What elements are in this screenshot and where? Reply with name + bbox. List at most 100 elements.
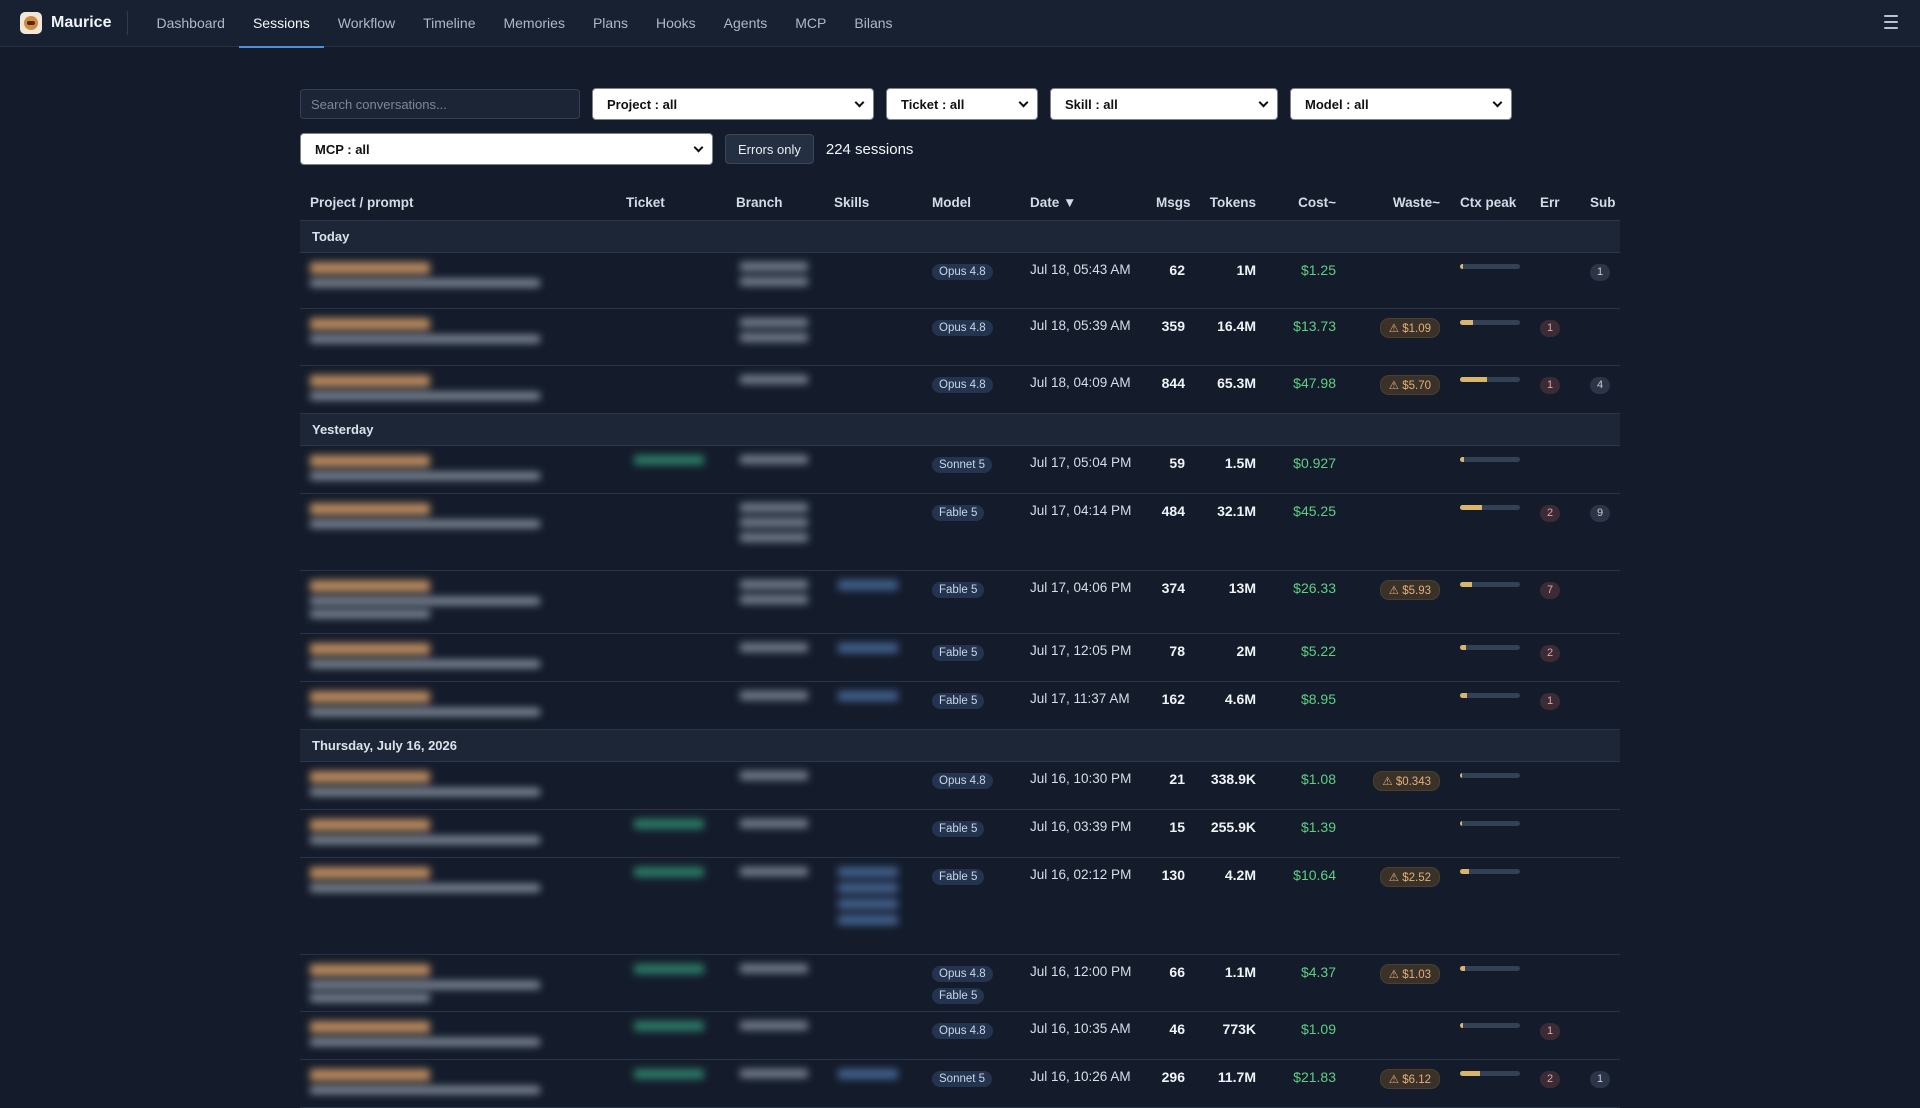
redacted-text — [310, 835, 540, 844]
mcp-filter-select[interactable]: MCP : all — [300, 133, 713, 165]
column-header[interactable]: Branch — [726, 186, 824, 220]
skill-filter-select[interactable]: Skill : all — [1050, 88, 1278, 120]
column-header[interactable]: Ticket — [616, 186, 726, 220]
nav-hooks[interactable]: Hooks — [642, 0, 710, 47]
table-row[interactable]: Fable 5 Jul 17, 04:14 PM 484 32.1M $45.25 2 9 — [300, 493, 1620, 571]
errors-only-button[interactable]: Errors only — [725, 134, 814, 164]
branch-cell — [726, 1011, 824, 1060]
ticket-cell[interactable] — [616, 570, 726, 634]
nav-plans[interactable]: Plans — [579, 0, 642, 47]
brand[interactable]: Maurice — [20, 11, 129, 35]
prompt-cell[interactable] — [300, 252, 616, 309]
project-filter-value: Project : all — [607, 96, 678, 112]
ticket-cell[interactable] — [616, 1011, 726, 1060]
ctx-peak-bar — [1460, 456, 1520, 462]
redacted-title — [310, 1068, 430, 1081]
column-header[interactable]: Ctx peak — [1450, 186, 1530, 220]
nav-memories[interactable]: Memories — [489, 0, 578, 47]
prompt-cell[interactable] — [300, 761, 616, 810]
ticket-cell[interactable] — [616, 365, 726, 414]
table-row[interactable]: Fable 5 Jul 17, 11:37 AM 162 4.6M $8.95 1 — [300, 681, 1620, 730]
table-row[interactable]: Opus 4.8 Jul 16, 10:30 PM 21 338.9K $1.08 ⚠ $… — [300, 761, 1620, 810]
nav-agents[interactable]: Agents — [710, 0, 782, 47]
table-row[interactable]: Opus 4.8 Jul 18, 05:43 AM 62 1M $1.25 1 — [300, 252, 1620, 309]
skills-cell — [824, 493, 922, 571]
table-row[interactable]: Fable 5 Jul 17, 04:06 PM 374 13M $26.33 ⚠ $5.… — [300, 570, 1620, 634]
ctx-peak-bar — [1460, 376, 1520, 382]
model-filter-select[interactable]: Model : all — [1290, 88, 1512, 120]
mcp-filter-value: MCP : all — [315, 141, 370, 157]
ticket-cell[interactable] — [616, 308, 726, 366]
ticket-cell[interactable] — [616, 809, 726, 858]
table-row[interactable]: Sonnet 5 Jul 17, 05:04 PM 59 1.5M $0.927 — [300, 445, 1620, 494]
ticket-cell[interactable] — [616, 954, 726, 1012]
search-input[interactable] — [300, 89, 580, 119]
ticket-cell[interactable] — [616, 857, 726, 955]
settings-sliders-icon[interactable] — [1884, 15, 1898, 29]
redacted-title — [310, 454, 430, 467]
branch-cell — [726, 681, 824, 730]
ticket-filter-select[interactable]: Ticket : all — [886, 88, 1038, 120]
err-cell — [1530, 857, 1580, 955]
prompt-cell[interactable] — [300, 445, 616, 494]
error-count-badge: 2 — [1540, 504, 1560, 522]
redacted-text — [838, 914, 898, 925]
prompt-cell[interactable] — [300, 570, 616, 634]
cost-cell: $0.927 — [1266, 445, 1346, 494]
nav-dashboard[interactable]: Dashboard — [142, 0, 239, 47]
nav-sessions[interactable]: Sessions — [238, 0, 324, 48]
prompt-cell[interactable] — [300, 1059, 616, 1108]
prompt-cell[interactable] — [300, 365, 616, 414]
table-row[interactable]: Opus 4.8 Jul 18, 04:09 AM 844 65.3M $47.98 ⚠ … — [300, 365, 1620, 414]
column-header[interactable]: Waste~ — [1346, 186, 1450, 220]
ticket-cell[interactable] — [616, 681, 726, 730]
table-row[interactable]: Fable 5 Jul 16, 02:12 PM 130 4.2M $10.64 ⚠ $2… — [300, 857, 1620, 955]
table-row[interactable]: Opus 4.8 Jul 18, 05:39 AM 359 16.4M $13.73 ⚠ … — [300, 308, 1620, 366]
column-header[interactable]: Tokens — [1195, 186, 1266, 220]
ctx-peak-cell — [1450, 570, 1530, 634]
redacted-text — [740, 579, 808, 589]
prompt-cell[interactable] — [300, 1011, 616, 1060]
redacted-text — [838, 882, 898, 893]
column-header[interactable]: Date ▼ — [1020, 186, 1146, 220]
column-header[interactable]: Cost~ — [1266, 186, 1346, 220]
table-row[interactable]: Fable 5 Jul 17, 12:05 PM 78 2M $5.22 2 — [300, 633, 1620, 682]
project-filter-select[interactable]: Project : all — [592, 88, 874, 120]
column-header[interactable]: Msgs — [1146, 186, 1195, 220]
msgs-cell: 296 — [1146, 1059, 1195, 1108]
column-header[interactable]: Model — [922, 186, 1020, 220]
group-row: Thursday, July 16, 2026 — [300, 728, 1620, 762]
nav-workflow[interactable]: Workflow — [324, 0, 409, 47]
column-header[interactable]: Skills — [824, 186, 922, 220]
nav-mcp[interactable]: MCP — [781, 0, 840, 47]
model-cell: Opus 4.8 — [922, 252, 1020, 309]
table-row[interactable]: Sonnet 5 Jul 16, 10:26 AM 296 11.7M $21.83 ⚠ … — [300, 1059, 1620, 1108]
sessions-table: Project / prompt Ticket Branch Skills Model D… — [300, 186, 1620, 1108]
ticket-cell[interactable] — [616, 493, 726, 571]
prompt-cell[interactable] — [300, 633, 616, 682]
nav-bilans[interactable]: Bilans — [840, 0, 906, 47]
prompt-cell[interactable] — [300, 857, 616, 955]
ticket-cell[interactable] — [616, 1059, 726, 1108]
column-header[interactable]: Project / prompt — [300, 186, 616, 220]
prompt-cell[interactable] — [300, 308, 616, 366]
table-row[interactable]: Opus 4.8 Fable 5 Jul 16, 12:00 PM 66 1.1M $4.… — [300, 954, 1620, 1012]
prompt-cell[interactable] — [300, 681, 616, 730]
redacted-text — [740, 502, 808, 512]
prompt-cell[interactable] — [300, 493, 616, 571]
redacted-prompt — [310, 690, 606, 716]
prompt-cell[interactable] — [300, 809, 616, 858]
ticket-cell[interactable] — [616, 445, 726, 494]
table-row[interactable]: Opus 4.8 Jul 16, 10:35 AM 46 773K $1.09 1 — [300, 1011, 1620, 1060]
ticket-cell[interactable] — [616, 761, 726, 810]
table-row[interactable]: Fable 5 Jul 16, 03:39 PM 15 255.9K $1.39 — [300, 809, 1620, 858]
column-header[interactable]: Err — [1530, 186, 1580, 220]
ctx-peak-bar — [1460, 581, 1520, 587]
nav-timeline[interactable]: Timeline — [409, 0, 489, 47]
ctx-peak-bar — [1460, 1070, 1520, 1076]
prompt-cell[interactable] — [300, 954, 616, 1012]
column-header[interactable]: Sub — [1580, 186, 1620, 220]
ticket-cell[interactable] — [616, 633, 726, 682]
waste-badge: ⚠ $5.93 — [1379, 579, 1440, 600]
ticket-cell[interactable] — [616, 252, 726, 309]
